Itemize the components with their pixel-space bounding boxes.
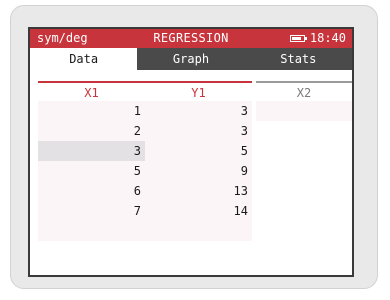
- cell-y1[interactable]: 14: [145, 201, 252, 221]
- cell-y1[interactable]: 3: [145, 121, 252, 141]
- table-row: 2 3: [38, 121, 252, 141]
- cell-x1[interactable]: 1: [38, 101, 145, 121]
- table-row: 7 14: [38, 201, 252, 221]
- cell-x1[interactable]: 5: [38, 161, 145, 181]
- table-row: 1 3: [38, 101, 252, 121]
- table-row: 5 9: [38, 161, 252, 181]
- column-header-x1[interactable]: X1: [38, 81, 145, 101]
- data-view: X1 Y1 X2 1 3 2 3 3 5 5 9 6 13 7 14: [30, 70, 352, 275]
- column-header-x2[interactable]: X2: [256, 81, 352, 101]
- table-row: 6 13: [38, 181, 252, 201]
- tab-graph[interactable]: Graph: [137, 48, 244, 70]
- cell-x1[interactable]: 7: [38, 201, 145, 221]
- cell-y1[interactable]: 5: [145, 141, 252, 161]
- status-right: 18:40: [289, 29, 346, 48]
- calculator-screen: sym/deg REGRESSION 18:40 Data Graph Stat…: [28, 27, 354, 277]
- tab-stats[interactable]: Stats: [245, 48, 352, 70]
- tab-data[interactable]: Data: [30, 48, 138, 70]
- cell-x1[interactable]: 2: [38, 121, 145, 141]
- tab-bar: Data Graph Stats: [30, 48, 352, 70]
- status-bar: sym/deg REGRESSION 18:40: [30, 29, 352, 48]
- column-header-y1[interactable]: Y1: [145, 81, 252, 101]
- cell-x1-selected[interactable]: 3: [38, 141, 145, 161]
- cell-x1[interactable]: 6: [38, 181, 145, 201]
- cell-y1[interactable]: 9: [145, 161, 252, 181]
- column-x2-cells[interactable]: [256, 101, 352, 121]
- cell-y1[interactable]: 13: [145, 181, 252, 201]
- table-row-selected: 3 5: [38, 141, 252, 161]
- clock: 18:40: [309, 31, 346, 45]
- cell-y1[interactable]: 3: [145, 101, 252, 121]
- battery-icon: [289, 35, 307, 42]
